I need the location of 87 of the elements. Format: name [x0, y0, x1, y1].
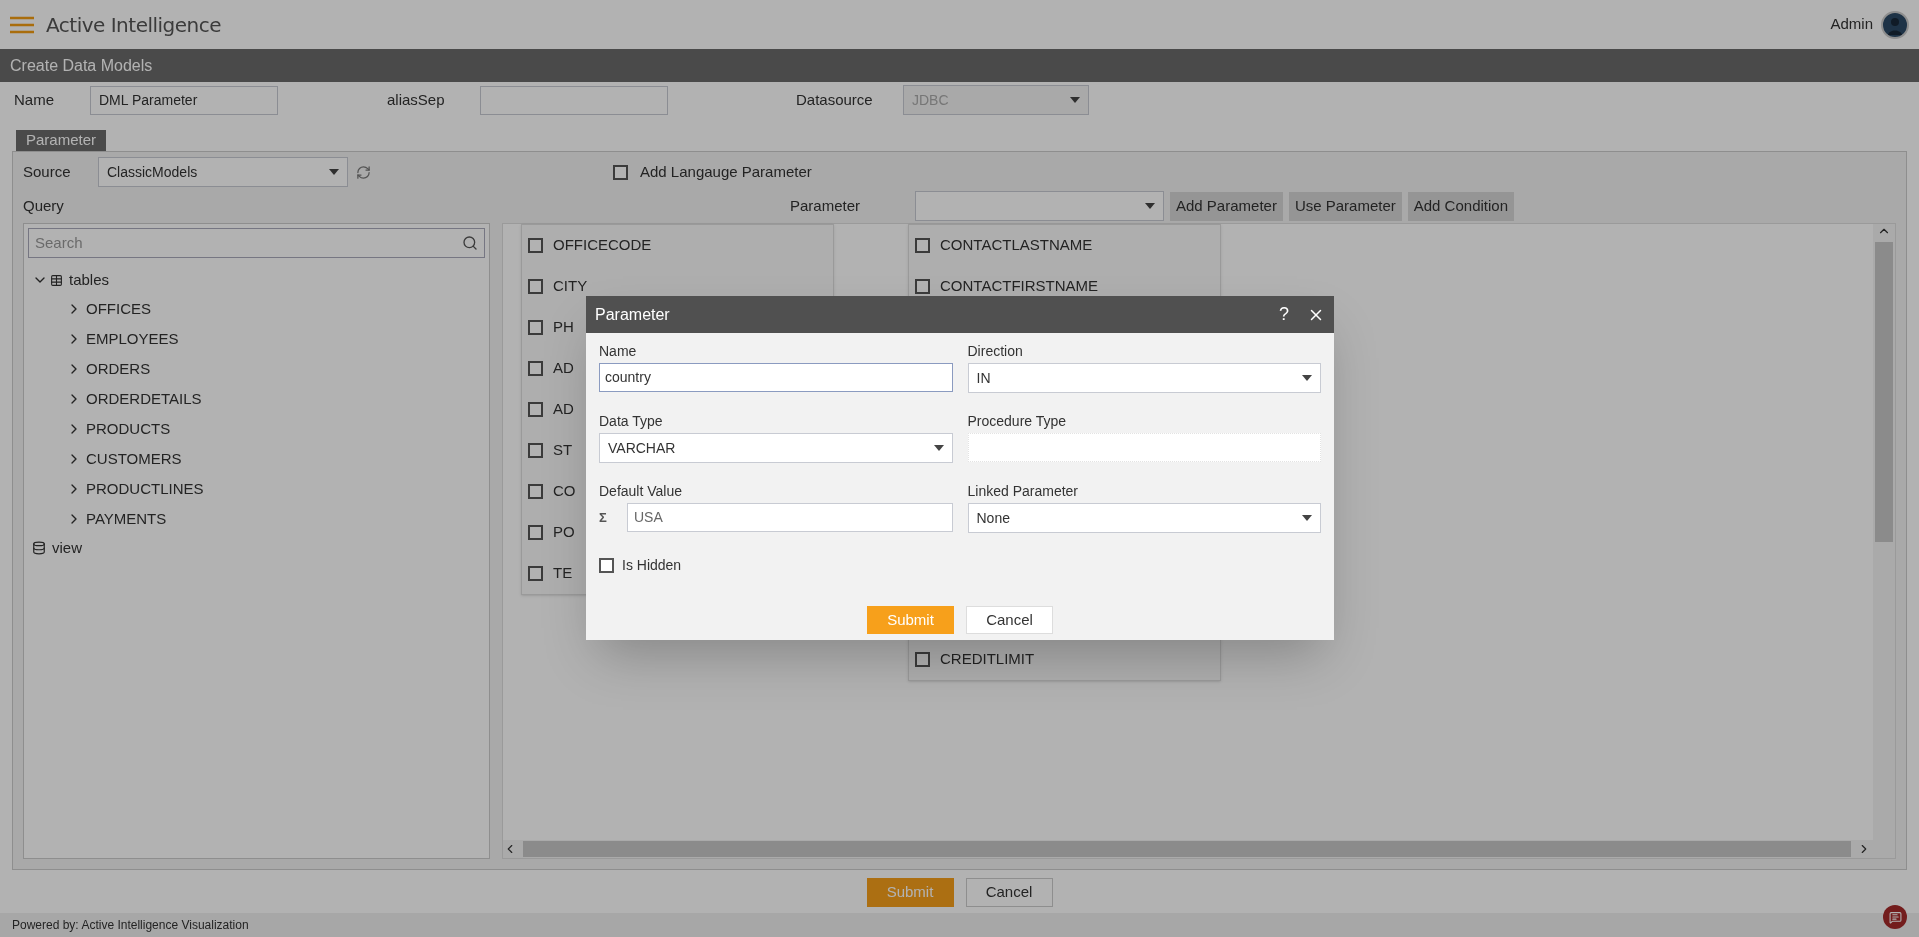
help-button[interactable]: ?: [1279, 301, 1289, 328]
search-icon[interactable]: [462, 235, 478, 251]
cancel-button[interactable]: Cancel: [965, 878, 1053, 907]
field-label: Source: [23, 161, 72, 182]
field-label: Name: [14, 89, 55, 110]
column-name: CONTACTLASTNAME: [940, 235, 1093, 256]
refresh-icon[interactable]: [356, 164, 371, 180]
checkbox-label: Is Hidden: [622, 556, 682, 575]
checkbox[interactable]: [915, 652, 930, 667]
column-name: CREDITLIMIT: [940, 649, 1035, 670]
column-name: CO: [553, 481, 576, 502]
tree-item[interactable]: view: [28, 534, 485, 562]
column-name: CONTACTFIRSTNAME: [940, 276, 1099, 297]
checkbox[interactable]: [528, 320, 543, 335]
footer-text: Powered by: Active Intelligence Visualization: [12, 917, 249, 934]
horizontal-scrollbar[interactable]: [503, 840, 1895, 858]
caret-icon: [1302, 375, 1312, 381]
caret-icon: [1145, 203, 1155, 209]
field-label: Direction: [967, 342, 1024, 361]
column-name: AD: [553, 358, 574, 379]
database-icon: [32, 541, 46, 555]
tab[interactable]: Parameter: [16, 130, 107, 151]
checkbox[interactable]: [599, 558, 614, 573]
checkbox[interactable]: [915, 279, 930, 294]
field-label: Name: [599, 342, 638, 361]
checkbox-label: Add Langauge Parameter: [640, 161, 812, 182]
chat-icon: [1888, 910, 1902, 924]
default-value-field[interactable]: USA: [627, 503, 953, 532]
column-name: TE: [553, 563, 573, 584]
field-label: Datasource: [796, 89, 874, 110]
checkbox[interactable]: [528, 566, 543, 581]
column-name: PH: [553, 317, 574, 338]
field-label: Procedure Type: [967, 412, 1068, 431]
source-select[interactable]: ClassicModels: [98, 157, 348, 187]
name-field[interactable]: DML Parameter: [90, 85, 278, 115]
field-label: Data Type: [599, 412, 664, 431]
field-label: Linked Parameter: [967, 482, 1079, 501]
table-icon: [50, 273, 63, 287]
caret-icon: [1070, 97, 1080, 103]
field-label: Query: [23, 195, 65, 216]
sigma-icon: Σ: [599, 507, 613, 528]
column-name: ST: [553, 440, 573, 461]
vertical-scrollbar[interactable]: [1873, 224, 1895, 840]
checkbox[interactable]: [528, 402, 543, 417]
toolbar-button[interactable]: Add Parameter: [1170, 191, 1283, 221]
app-title: Active Intelligence: [46, 11, 222, 39]
procedure-type-field[interactable]: [967, 433, 1321, 462]
tree-item[interactable]: PRODUCTLINES: [28, 474, 485, 504]
tree-item[interactable]: tables: [28, 266, 485, 294]
alias-sep-field[interactable]: [480, 85, 668, 115]
tree-item[interactable]: ORDERS: [28, 354, 485, 384]
caret-icon: [329, 169, 339, 175]
tree-item[interactable]: PRODUCTS: [28, 414, 485, 444]
checkbox[interactable]: [528, 361, 543, 376]
checkbox[interactable]: [528, 525, 543, 540]
chat-button[interactable]: [1883, 905, 1907, 929]
checkbox[interactable]: [528, 443, 543, 458]
linked-parameter-select[interactable]: None: [967, 503, 1321, 533]
tree-item[interactable]: OFFICES: [28, 294, 485, 324]
column-name: CITY: [553, 276, 588, 297]
tree-item[interactable]: ORDERDETAILS: [28, 384, 485, 414]
tree-item[interactable]: EMPLOYEES: [28, 324, 485, 354]
field-label: Parameter: [790, 195, 862, 216]
field-label: aliasSep: [387, 89, 446, 110]
caret-icon: [1302, 515, 1312, 521]
page-title-bar: Create Data Models: [0, 49, 1919, 82]
toolbar-button[interactable]: Use Parameter: [1288, 191, 1402, 221]
data-type-select[interactable]: VARCHAR: [599, 433, 953, 463]
direction-select[interactable]: IN: [967, 363, 1321, 393]
caret-icon: [933, 445, 944, 451]
checkbox[interactable]: [528, 484, 543, 499]
checkbox[interactable]: [915, 238, 930, 253]
cancel-button[interactable]: Cancel: [966, 606, 1053, 634]
column-name: OFFICECODE: [553, 235, 652, 256]
user-name: Admin: [1830, 14, 1873, 35]
avatar-icon[interactable]: [1881, 10, 1909, 39]
column-name: PO: [553, 522, 575, 543]
column-name: AD: [553, 399, 574, 420]
checkbox[interactable]: [613, 164, 628, 180]
tree-item[interactable]: PAYMENTS: [28, 504, 485, 534]
toolbar-button[interactable]: Add Condition: [1407, 191, 1514, 221]
name-field[interactable]: country: [599, 363, 953, 392]
checkbox[interactable]: [528, 238, 543, 253]
field-label: Default Value: [599, 482, 683, 501]
dialog-title: Parameter: [595, 304, 670, 325]
checkbox[interactable]: [528, 279, 543, 294]
tree-item[interactable]: CUSTOMERS: [28, 444, 485, 474]
